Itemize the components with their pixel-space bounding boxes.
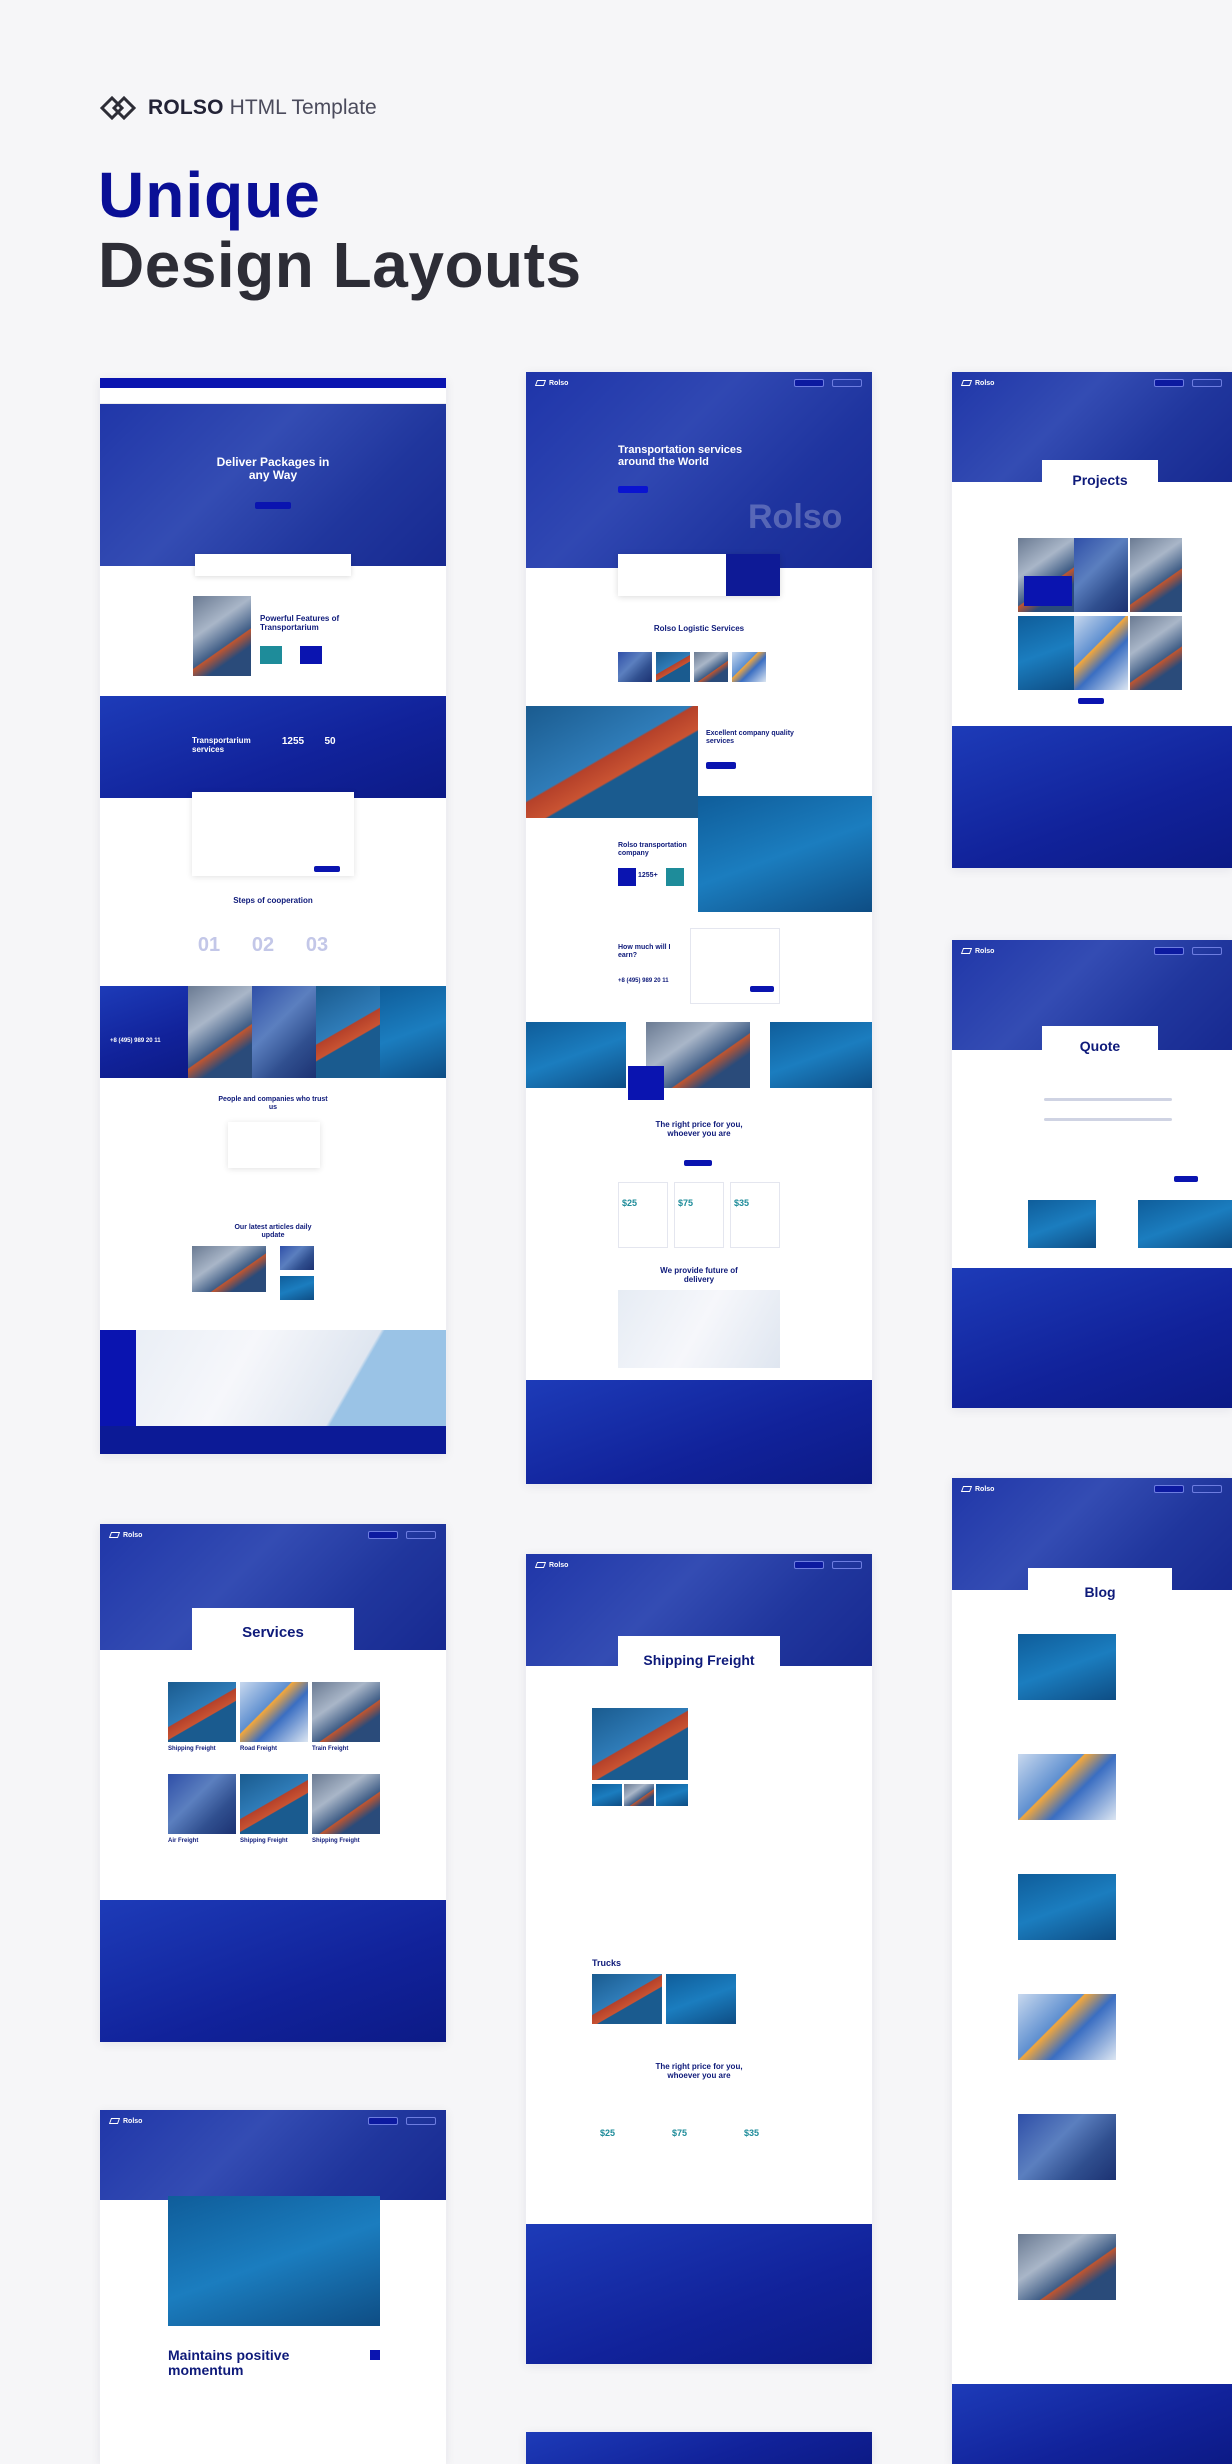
layout-preview-services[interactable]: Rolso Services Shipping Freight Road Fre… xyxy=(100,1524,446,2042)
future-heading: We provide future of delivery xyxy=(660,1266,738,1284)
services-title: Services xyxy=(192,1608,354,1660)
step-02: 02 xyxy=(251,934,275,956)
freight-price-advanced: $35 xyxy=(744,2128,760,2138)
brand-subtitle: HTML Template xyxy=(229,96,377,119)
home2-phone: +8 (495) 989 20 11 xyxy=(618,978,669,984)
page-title-line2: Design Layouts xyxy=(98,229,582,301)
post-title: Maintains positive momentum xyxy=(168,2347,290,2378)
footer xyxy=(526,1380,872,1484)
hero-heading: Deliver Packages in any Way xyxy=(216,455,330,482)
brand-header: ROLSO HTML Template xyxy=(100,96,377,120)
hero-heading: Transportation services around the World xyxy=(618,444,743,468)
freight-price-heading: The right price for you, whoever you are xyxy=(655,2062,743,2080)
freight-price-fullpack: $75 xyxy=(672,2128,688,2138)
layout-preview-home[interactable]: Deliver Packages in any Way Powerful Fea… xyxy=(100,378,446,1454)
watermark-text: Rolso xyxy=(748,498,843,536)
home-phone: +8 (495) 989 20 11 xyxy=(110,1038,161,1044)
features-heading: Powerful Features of Transportarium xyxy=(260,614,340,632)
service-shipping[interactable]: Shipping Freight xyxy=(168,1746,236,1752)
blog-title: Blog xyxy=(1028,1568,1172,1618)
rolso-logo-icon xyxy=(100,96,137,120)
layout-preview-projects[interactable]: Rolso Projects xyxy=(952,372,1232,868)
quality-heading: Excellent company quality services xyxy=(706,730,794,745)
footer xyxy=(100,1900,446,2042)
price-basic: $25 xyxy=(622,1198,638,1208)
steps-heading: Steps of cooperation xyxy=(233,896,313,905)
layout-preview-home-2[interactable]: Rolso Transportation services around the… xyxy=(526,372,872,1484)
articles-heading: Our latest articles daily update xyxy=(234,1224,312,1239)
stat-1255: 1255 xyxy=(281,736,305,747)
footer xyxy=(952,2384,1232,2464)
trust-heading: People and companies who trust us xyxy=(218,1096,328,1111)
footer xyxy=(952,726,1232,868)
quote-title: Quote xyxy=(1042,1026,1158,1070)
stats-heading: Transportarium services xyxy=(192,736,251,754)
stat-1255plus: 1255+ xyxy=(638,872,658,879)
layout-preview-quote[interactable]: Rolso Quote xyxy=(952,940,1232,1408)
price-fullpack: $75 xyxy=(678,1198,694,1208)
freight-price-basic: $25 xyxy=(600,2128,616,2138)
layout-preview-next-bottom[interactable] xyxy=(526,2432,872,2464)
service-train[interactable]: Train Freight xyxy=(312,1746,380,1752)
service-shipping-2[interactable]: Shipping Freight xyxy=(240,1838,308,1844)
map[interactable] xyxy=(100,1330,446,1426)
step-03: 03 xyxy=(305,934,329,956)
logistic-heading: Rolso Logistic Services xyxy=(653,624,745,633)
step-01: 01 xyxy=(197,934,221,956)
layout-preview-shipping-freight[interactable]: Rolso Shipping Freight Trucks The right … xyxy=(526,1554,872,2364)
calc-heading: How much will I earn? xyxy=(618,944,671,959)
price-advanced: $35 xyxy=(734,1198,750,1208)
service-air[interactable]: Air Freight xyxy=(168,1838,236,1844)
stats-band: Transportarium services 1255 50 xyxy=(100,696,446,798)
page-title-line1: Unique xyxy=(98,159,321,231)
footer xyxy=(526,2224,872,2364)
hero-banner: Deliver Packages in any Way xyxy=(100,404,446,566)
projects-title: Projects xyxy=(1042,460,1158,504)
stat-50: 50 xyxy=(324,736,336,747)
layout-preview-blog[interactable]: Rolso Blog xyxy=(952,1478,1232,2464)
service-shipping-3[interactable]: Shipping Freight xyxy=(312,1838,380,1844)
freight-title: Shipping Freight xyxy=(618,1636,780,1688)
trucks-heading: Trucks xyxy=(592,1958,622,1968)
price-heading: The right price for you, whoever you are xyxy=(655,1120,743,1138)
service-road[interactable]: Road Freight xyxy=(240,1746,308,1752)
layout-preview-blog-post[interactable]: Rolso Maintains positive momentum xyxy=(100,2110,446,2464)
footer xyxy=(952,1268,1232,1408)
brand-name: ROLSO xyxy=(148,96,224,119)
transport-heading: Rolso transportation company xyxy=(618,842,687,857)
